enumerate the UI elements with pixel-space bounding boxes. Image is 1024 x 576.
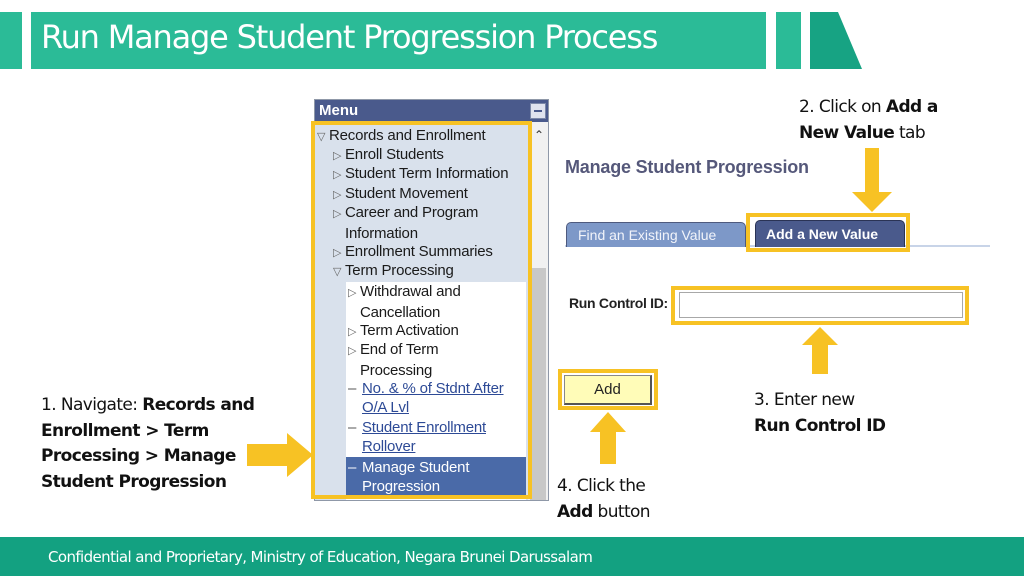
arrow-up-icon [590,412,626,464]
minus-icon[interactable] [530,103,546,119]
page-title: Manage Student Progression [565,157,809,177]
step3-note: 3. Enter new Run Control ID [754,390,886,436]
add-button-highlight-box [558,369,658,410]
menu-title: Menu [319,102,359,119]
input-highlight-box [671,286,969,325]
menu-highlight-box [311,121,532,499]
chevron-up-icon[interactable]: ⌃ [534,128,544,142]
tab-find-existing-value[interactable]: Find an Existing Value [566,222,746,247]
tab-highlight-box [746,213,910,252]
arrow-up-icon [802,327,838,374]
step2-note: 2. Click on Add a New Value tab [799,97,938,143]
step1-note: 1. Navigate: Records and Enrollment > Te… [41,395,255,492]
run-control-id-label: Run Control ID: [569,295,668,311]
arrow-down-icon [852,148,892,212]
step4-note: 4. Click the Add button [557,476,651,522]
menu-scrollbar-thumb[interactable] [530,268,546,500]
header-accent-right [776,12,801,69]
header-accent-wedge [810,12,862,69]
footer-text: Confidential and Proprietary, Ministry o… [48,548,593,566]
menu-header: Menu [315,100,548,122]
header-accent-left [0,12,22,69]
slide-title: Run Manage Student Progression Process [41,18,658,56]
